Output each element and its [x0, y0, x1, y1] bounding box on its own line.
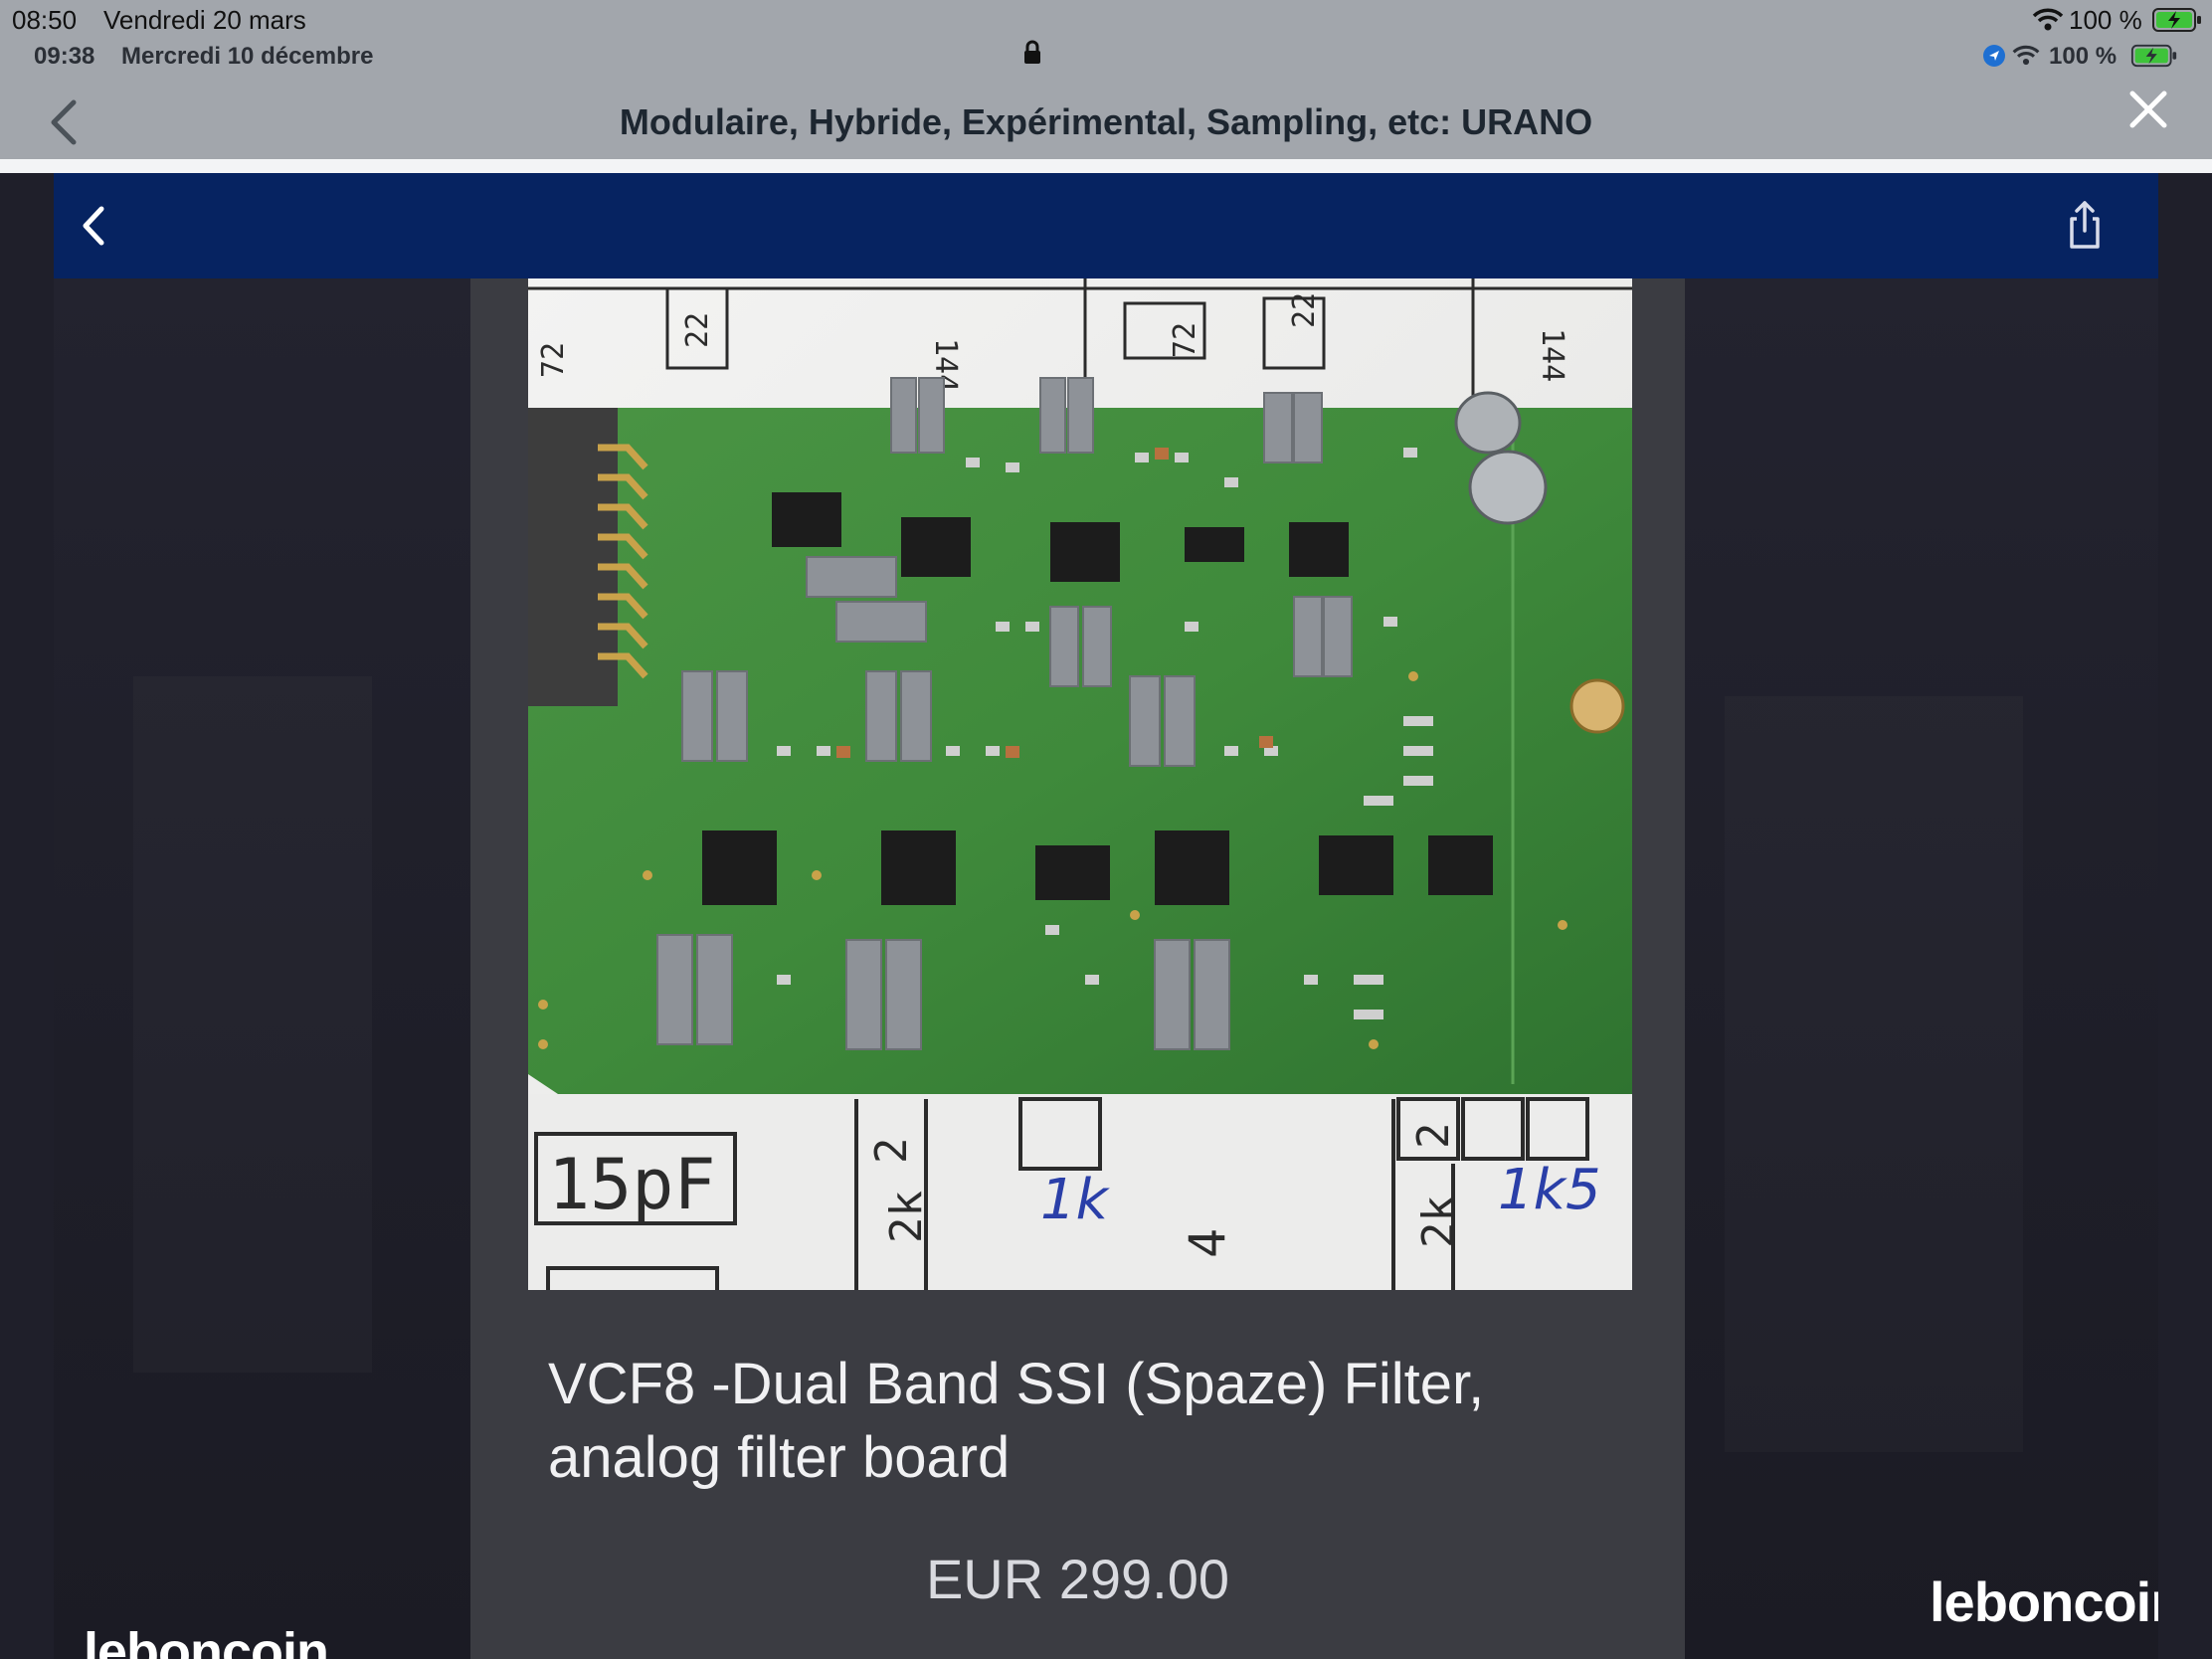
brand-watermark-partial: leboncoin — [84, 1621, 329, 1659]
schematic-label: 4 — [1179, 1228, 1236, 1258]
inner-back-button[interactable] — [74, 199, 113, 253]
schematic-label: 144 — [1535, 328, 1569, 382]
close-icon — [2129, 91, 2167, 128]
resistor-label: 1k5 — [1498, 1158, 1601, 1222]
product-photo[interactable]: 22 72 72 22 144 144 15pF 2 2k 4 2 2k 1k … — [528, 278, 1632, 1290]
schematic-label: 2k — [881, 1191, 932, 1243]
location-icon — [1982, 44, 2006, 73]
brand-watermark: leboncoin — [1930, 1569, 2158, 1634]
schematic-label: 22 — [1287, 292, 1322, 328]
embedded-screenshot: leboncoin leboncoin 22 72 72 22 144 144 … — [54, 173, 2158, 1659]
brand-text: leboncoin — [1930, 1570, 2158, 1633]
share-button[interactable] — [2065, 199, 2105, 253]
outer-status-date: Vendredi 20 mars — [103, 5, 306, 35]
inner-battery-percent: 100 % — [2049, 43, 2118, 70]
capacitor-label: 15pF — [548, 1144, 716, 1225]
divider — [0, 159, 2212, 173]
outer-top-bar: 08:50 Vendredi 20 mars 09:38 Mercredi 10… — [0, 0, 2212, 159]
inner-status-date: Mercredi 10 décembre — [121, 43, 374, 70]
schematic-label: 22 — [680, 312, 715, 348]
listing-price: EUR 299.00 — [925, 1548, 1230, 1610]
inner-battery-icon — [2130, 44, 2178, 73]
inner-status-time: 09:38 — [34, 43, 95, 70]
schematic-label: 72 — [1168, 322, 1202, 358]
schematic-label: 72 — [536, 342, 571, 378]
outer-battery-percent: 100 % — [2069, 5, 2142, 35]
schematic-label: 2k — [1413, 1196, 1464, 1248]
brand-text: leboncoin — [84, 1622, 329, 1659]
listing-card[interactable]: 22 72 72 22 144 144 15pF 2 2k 4 2 2k 1k … — [470, 278, 1685, 1659]
listing-title-line1: VCF8 -Dual Band SSI (Spaze) Filter, — [548, 1352, 1485, 1416]
right-background: leboncoin — [1685, 278, 2158, 1659]
page-title: Modulaire, Hybride, Expérimental, Sampli… — [619, 101, 1593, 142]
lock-icon — [1022, 40, 1042, 71]
share-icon — [2070, 201, 2100, 249]
listing-title[interactable]: VCF8 -Dual Band SSI (Spaze) Filter, anal… — [548, 1348, 1642, 1495]
listing-title-line2: analog filter board — [548, 1425, 1011, 1490]
inner-wifi-icon — [2011, 44, 2041, 71]
inner-nav-bar — [54, 173, 2158, 278]
battery-charging-icon — [2152, 7, 2202, 38]
pcb-image: 22 72 72 22 144 144 15pF 2 2k 4 2 2k 1k … — [528, 278, 1632, 1290]
outer-status-time: 08:50 — [12, 5, 78, 35]
schematic-label: 2 — [1408, 1123, 1459, 1150]
left-background: leboncoin — [54, 278, 470, 1659]
close-button[interactable] — [2126, 88, 2170, 131]
schematic-label: 2 — [866, 1138, 917, 1165]
wifi-icon — [2031, 7, 2065, 36]
resistor-label: 1k — [1040, 1168, 1111, 1232]
chevron-left-icon — [83, 206, 104, 246]
background-blur — [133, 676, 372, 1373]
background-blur — [1725, 696, 2023, 1452]
